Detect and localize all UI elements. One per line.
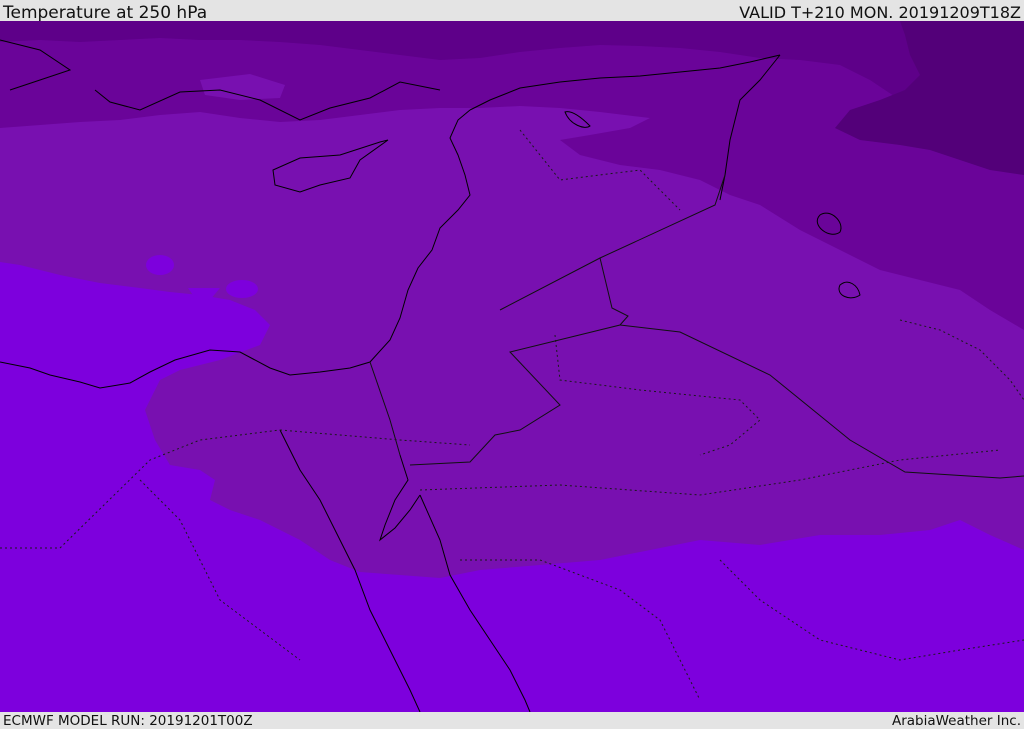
temp-patch-warmest — [226, 280, 258, 298]
temperature-map[interactable] — [0, 21, 1024, 712]
map-title: Temperature at 250 hPa — [3, 3, 208, 23]
header-bar: Temperature at 250 hPa VALID T+210 MON. … — [0, 0, 1024, 23]
valid-time-label: VALID T+210 MON. 20191209T18Z — [739, 3, 1021, 22]
footer-bar: ECMWF MODEL RUN: 20191201T00Z ArabiaWeat… — [0, 712, 1024, 729]
credit-label: ArabiaWeather Inc. — [891, 713, 1021, 729]
temp-patch-warmest — [146, 255, 174, 275]
model-run-label: ECMWF MODEL RUN: 20191201T00Z — [3, 713, 253, 729]
